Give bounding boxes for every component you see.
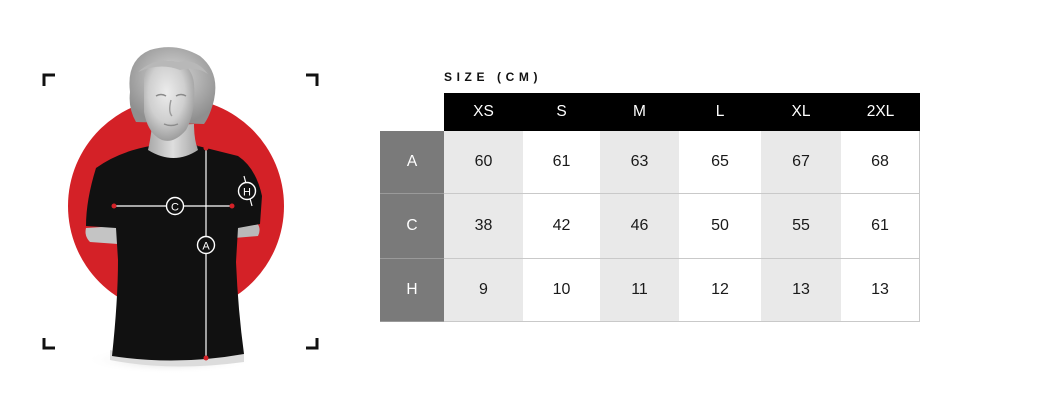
table-cell: 13 <box>761 259 841 322</box>
table-cell: 12 <box>679 259 761 322</box>
table-cell: 63 <box>600 131 679 194</box>
size-header-xl: XL <box>761 93 841 131</box>
table-cell: 13 <box>841 259 920 322</box>
chest-marker-label: C <box>171 202 179 214</box>
table-cell: 10 <box>523 259 600 322</box>
sleeve-marker-badge: H <box>237 181 257 201</box>
table-cell: 38 <box>444 194 523 259</box>
length-marker-label: A <box>202 241 210 253</box>
table-cell: 61 <box>523 131 600 194</box>
size-header-m: M <box>600 93 679 131</box>
table-cell: 68 <box>841 131 920 194</box>
size-header-xs: XS <box>444 93 523 131</box>
table-cell: 60 <box>444 131 523 194</box>
table-cell: 65 <box>679 131 761 194</box>
row-label-h: H <box>380 259 444 322</box>
size-header-s: S <box>523 93 600 131</box>
table-cell: 50 <box>679 194 761 259</box>
table-cell: 9 <box>444 259 523 322</box>
tshirt-measurement-figure: C A H <box>0 0 340 416</box>
size-header-l: L <box>679 93 761 131</box>
row-label-a: A <box>380 131 444 194</box>
table-cell: 46 <box>600 194 679 259</box>
length-marker-badge: A <box>196 235 216 255</box>
row-label-c: C <box>380 194 444 259</box>
table-cell: 55 <box>761 194 841 259</box>
table-corner <box>380 93 444 131</box>
bust-illustration: C A H <box>42 47 319 374</box>
size-chart-table: XS S M L XL 2XL A 60 61 63 65 67 68 C 38… <box>380 93 920 322</box>
table-cell: 11 <box>600 259 679 322</box>
table-cell: 42 <box>523 194 600 259</box>
table-cell: 67 <box>761 131 841 194</box>
chest-marker-badge: C <box>165 196 185 216</box>
size-header-2xl: 2XL <box>841 93 920 131</box>
table-cell: 61 <box>841 194 920 259</box>
sleeve-marker-label: H <box>243 187 251 199</box>
size-chart-title: SIZE (CM) <box>444 70 543 84</box>
